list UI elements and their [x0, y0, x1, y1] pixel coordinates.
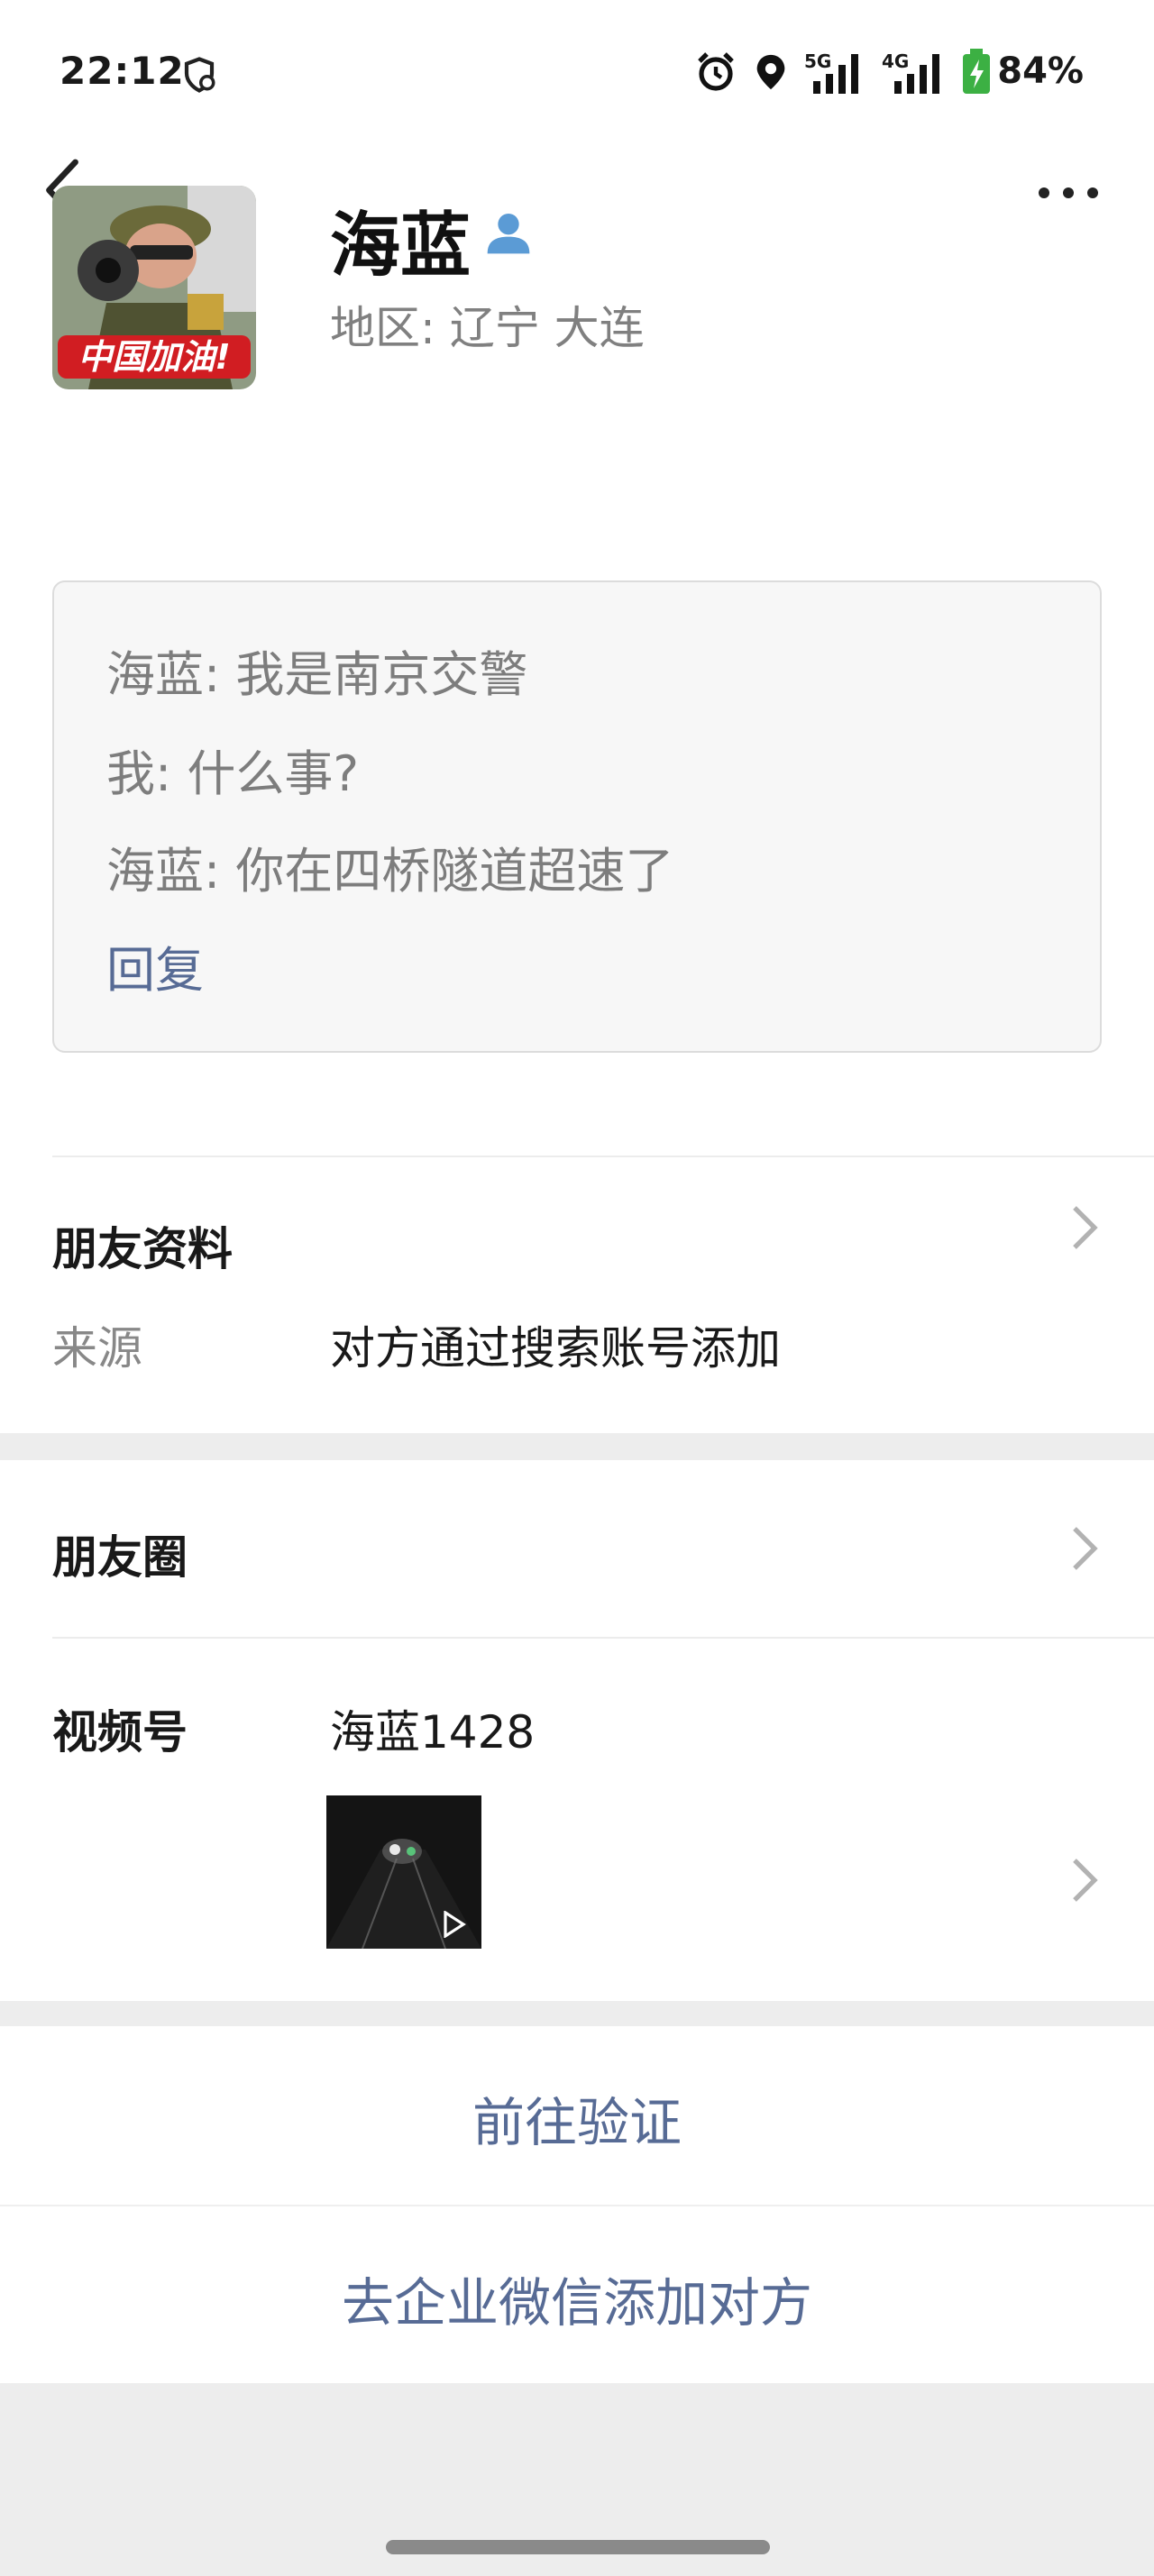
play-icon — [444, 1911, 466, 1938]
verify-button-label: 前往验证 — [472, 2092, 682, 2153]
status-time: 22:12 — [60, 49, 185, 93]
verify-button[interactable]: 前往验证 — [0, 2026, 1154, 2205]
channels-account: 海蓝1428 — [330, 1706, 536, 1758]
battery-percentage: 84% — [997, 50, 1084, 92]
battery-charging-icon — [963, 49, 990, 94]
signal-5g-icon: 5G — [804, 50, 864, 96]
message-preview: 海蓝: 我是南京交警 我: 什么事? 海蓝: 你在四桥隧道超速了 回复 — [52, 580, 1102, 1053]
section-gap — [0, 2001, 1154, 2026]
divider — [52, 1156, 1154, 1157]
channels-title: 视频号 — [52, 1706, 188, 1758]
location-icon — [756, 54, 785, 90]
message-line: 海蓝: 你在四桥隧道超速了 — [106, 843, 674, 900]
wecom-add-button[interactable]: 去企业微信添加对方 — [0, 2206, 1154, 2383]
more-icon[interactable] — [1037, 186, 1100, 200]
status-bar: 22:12 5G 4G 84% — [0, 0, 1154, 135]
contact-name: 海蓝 — [330, 206, 472, 287]
reply-link[interactable]: 回复 — [106, 930, 204, 1001]
video-thumbnail[interactable] — [326, 1795, 481, 1949]
source-value: 对方通过搜索账号添加 — [330, 1322, 781, 1375]
friend-info-row[interactable]: 朋友资料 来源 对方通过搜索账号添加 — [0, 1163, 1154, 1433]
channels-row[interactable]: 视频号 海蓝1428 — [0, 1639, 1154, 2001]
home-indicator[interactable] — [386, 2540, 770, 2554]
signal-5g-label: 5G — [804, 50, 832, 72]
signal-4g-icon: 4G — [875, 50, 947, 96]
chevron-right-icon — [1073, 1206, 1098, 1249]
shield-icon — [184, 57, 215, 93]
avatar[interactable]: 中国加油! — [52, 186, 256, 389]
friend-info-title: 朋友资料 — [52, 1223, 233, 1275]
avatar-caption: 中国加油! — [58, 335, 251, 379]
moments-row[interactable]: 朋友圈 — [0, 1460, 1154, 1637]
wecom-add-button-label: 去企业微信添加对方 — [341, 2272, 812, 2334]
chevron-right-icon — [1073, 1859, 1098, 1902]
chevron-right-icon — [1073, 1527, 1098, 1570]
alarm-icon — [698, 52, 734, 91]
moments-title: 朋友圈 — [52, 1531, 188, 1584]
source-label: 来源 — [52, 1322, 142, 1375]
message-line: 我: 什么事? — [106, 745, 360, 802]
message-line: 海蓝: 我是南京交警 — [106, 646, 528, 703]
contact-region: 地区: 辽宁 大连 — [330, 302, 645, 354]
person-icon — [487, 214, 530, 254]
signal-4g-label: 4G — [882, 50, 910, 72]
section-gap — [0, 1433, 1154, 1460]
